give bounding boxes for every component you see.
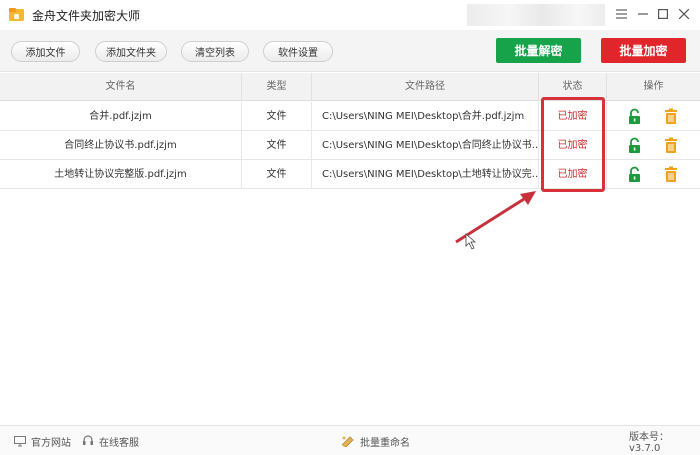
header-type: 类型 <box>242 73 312 101</box>
settings-button[interactable]: 软件设置 <box>263 41 333 62</box>
file-name: 合并.pdf.jzjm <box>0 102 242 131</box>
batch-rename-link[interactable]: 批量重命名 <box>341 434 410 449</box>
file-name: 合同终止协议书.pdf.jzjm <box>0 131 242 160</box>
add-folder-button[interactable]: 添加文件夹 <box>95 41 167 62</box>
app-title: 金舟文件夹加密大师 <box>32 9 141 23</box>
footer: 官方网站 在线客服 批量重命名 版本号：v3.7.0 <box>0 425 700 455</box>
trash-icon[interactable] <box>663 108 679 125</box>
batch-rename-label: 批量重命名 <box>360 437 410 449</box>
folder-logo-icon <box>9 8 24 21</box>
official-site-label: 官方网站 <box>31 437 71 449</box>
file-name: 土地转让协议完整版.pdf.jzjm <box>0 160 242 189</box>
headset-icon <box>83 435 93 445</box>
unlock-icon[interactable] <box>627 108 643 125</box>
trash-icon[interactable] <box>663 166 679 183</box>
file-type: 文件 <box>242 102 312 131</box>
row-actions <box>607 102 700 131</box>
monitor-icon <box>14 435 26 446</box>
online-service-label: 在线客服 <box>99 437 139 449</box>
file-path: C:\Users\NING MEI\Desktop\合同终止协议书... <box>312 131 539 160</box>
header-name: 文件名 <box>0 73 242 101</box>
batch-decrypt-button[interactable]: 批量解密 <box>496 38 581 63</box>
close-icon[interactable] <box>675 5 693 23</box>
clear-list-button[interactable]: 清空列表 <box>181 41 249 62</box>
unlock-icon[interactable] <box>627 137 643 154</box>
official-site-link[interactable]: 官方网站 <box>14 434 71 449</box>
header-ops: 操作 <box>643 81 664 92</box>
file-type: 文件 <box>242 160 312 189</box>
status-highlight-box <box>541 97 605 192</box>
minimize-icon[interactable] <box>634 5 652 23</box>
row-actions <box>607 160 700 189</box>
maximize-icon[interactable] <box>654 5 672 23</box>
add-file-button[interactable]: 添加文件 <box>11 41 80 62</box>
toolbar: 添加文件 添加文件夹 清空列表 软件设置 批量解密 批量加密 <box>0 30 700 72</box>
trash-icon[interactable] <box>663 137 679 154</box>
batch-encrypt-button[interactable]: 批量加密 <box>601 38 686 63</box>
unlock-icon[interactable] <box>627 166 643 183</box>
menu-icon[interactable] <box>612 5 630 23</box>
row-actions <box>607 131 700 160</box>
header-path: 文件路径 <box>312 73 539 101</box>
mouse-cursor-icon <box>465 233 477 250</box>
blurred-account-area <box>467 4 605 26</box>
version-label: 版本号：v3.7.0 <box>629 432 669 454</box>
title-bar: 金舟文件夹加密大师 <box>0 0 700 30</box>
file-type: 文件 <box>242 131 312 160</box>
rename-icon <box>341 436 354 447</box>
arrow-annotation <box>455 191 536 250</box>
file-path: C:\Users\NING MEI\Desktop\合并.pdf.jzjm <box>312 102 539 131</box>
online-service-link[interactable]: 在线客服 <box>82 434 139 449</box>
